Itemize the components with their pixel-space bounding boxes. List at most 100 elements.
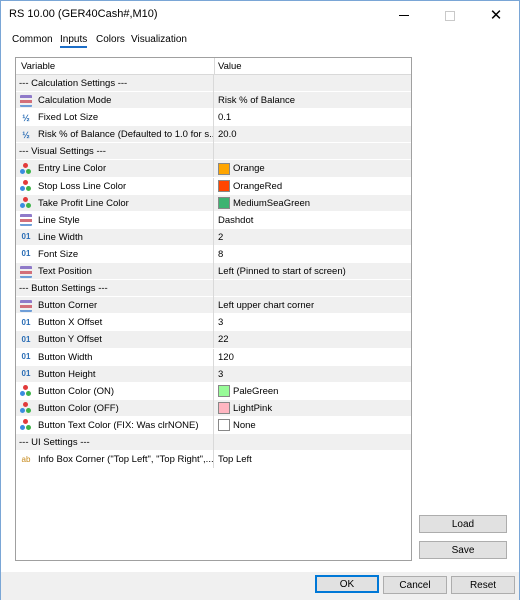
parameter-row[interactable]: ½ Risk % of Balance (Defaulted to 1.0 for…	[16, 126, 411, 144]
value-cell[interactable]: 3	[215, 366, 411, 383]
color-swatch	[218, 402, 230, 415]
tab-visualization[interactable]: Visualization	[131, 34, 187, 45]
column-divider[interactable]	[214, 58, 215, 75]
parameter-row[interactable]: Button Color (OFF) LightPink	[16, 399, 411, 417]
variable-label: Line Style	[38, 214, 80, 226]
value-cell[interactable]: 120	[215, 349, 411, 366]
color-palette-icon	[20, 402, 32, 414]
variable-label: Text Position	[38, 266, 92, 278]
value-text: 0.1	[218, 112, 232, 124]
parameter-row[interactable]: ½ Fixed Lot Size 0.1	[16, 109, 411, 127]
variable-label: Button Color (OFF)	[38, 402, 119, 414]
variable-label: --- Button Settings ---	[19, 283, 108, 295]
title-bar: RS 10.00 (GER40Cash#,M10) ✕	[1, 1, 519, 30]
load-button[interactable]: Load	[419, 515, 507, 533]
value-cell[interactable]: PaleGreen	[215, 383, 411, 400]
parameter-row[interactable]: Line Style Dashdot	[16, 211, 411, 229]
value-cell[interactable]: OrangeRed	[215, 178, 411, 195]
parameter-row[interactable]: 01 Button X Offset 3	[16, 314, 411, 332]
variable-label: Risk % of Balance (Defaulted to 1.0 for …	[38, 129, 214, 141]
parameter-row[interactable]: 01 Line Width 2	[16, 228, 411, 246]
tab-common[interactable]: Common	[12, 34, 53, 45]
parameter-row[interactable]: ab Info Box Corner ("Top Left", "Top Righ…	[16, 451, 411, 469]
parameter-row[interactable]: 01 Button Height 3	[16, 365, 411, 383]
value-text: Top Left	[218, 454, 252, 466]
value-cell	[215, 434, 411, 451]
variable-label: --- Calculation Settings ---	[19, 78, 128, 89]
variable-label: Font Size	[38, 248, 79, 260]
value-text: Left upper chart corner	[218, 300, 315, 312]
parameter-row[interactable]: Button Color (ON) PaleGreen	[16, 382, 411, 400]
value-cell[interactable]: LightPink	[215, 400, 411, 417]
parameter-row[interactable]: Text Position Left (Pinned to start of sc…	[16, 263, 411, 281]
column-header-variable[interactable]: Variable	[21, 61, 55, 72]
value-cell[interactable]: 22	[215, 331, 411, 348]
variable-label: Button Color (ON)	[38, 385, 115, 397]
variable-cell: Calculation Mode	[16, 92, 214, 110]
variable-cell: Text Position	[16, 263, 214, 281]
value-cell[interactable]: Left (Pinned to start of screen)	[215, 263, 411, 280]
value-text: Dashdot	[218, 214, 254, 226]
cancel-button[interactable]: Cancel	[383, 576, 447, 594]
value-text: Orange	[233, 163, 265, 175]
section-row[interactable]: --- Calculation Settings ---	[16, 75, 411, 93]
value-cell[interactable]: MediumSeaGreen	[215, 195, 411, 212]
variable-cell: --- Calculation Settings ---	[16, 75, 214, 92]
value-cell[interactable]: 8	[215, 246, 411, 263]
maximize-icon	[445, 10, 455, 21]
tab-inputs[interactable]: Inputs	[60, 34, 88, 48]
integer-value-icon: 01	[21, 352, 31, 361]
variable-cell: --- Button Settings ---	[16, 280, 214, 298]
color-palette-icon	[20, 385, 32, 397]
value-cell[interactable]: Orange	[215, 160, 411, 177]
value-text: 8	[218, 248, 224, 260]
parameter-row[interactable]: Take Profit Line Color MediumSeaGreen	[16, 194, 411, 212]
color-palette-icon	[20, 162, 32, 175]
value-cell[interactable]: Top Left	[215, 451, 411, 468]
value-text: 3	[218, 317, 224, 329]
parameter-row[interactable]: 01 Font Size 8	[16, 245, 411, 264]
value-cell[interactable]: 0.1	[215, 109, 411, 126]
grid-header: Variable Value	[16, 58, 411, 75]
value-cell[interactable]: Left upper chart corner	[215, 297, 411, 314]
value-cell[interactable]: 3	[215, 314, 411, 331]
variable-label: Button Height	[38, 368, 96, 380]
maximize-button[interactable]	[427, 1, 473, 30]
value-text: 22	[218, 334, 229, 346]
save-button[interactable]: Save	[419, 541, 507, 559]
variable-label: Button Text Color (FIX: Was clrNONE)	[38, 419, 199, 431]
column-header-value[interactable]: Value	[218, 61, 242, 72]
variable-label: Button X Offset	[38, 317, 103, 329]
parameter-row[interactable]: 01 Button Width 120	[16, 348, 411, 366]
dialog-window: RS 10.00 (GER40Cash#,M10) ✕ Common Input…	[0, 0, 520, 600]
inputs-grid[interactable]: Variable Value --- Calculation Settings …	[15, 57, 412, 561]
enum-icon	[20, 299, 32, 312]
close-button[interactable]: ✕	[473, 1, 519, 30]
parameter-row[interactable]: Entry Line Color Orange	[16, 160, 411, 178]
value-cell[interactable]: Risk % of Balance	[215, 92, 411, 109]
reset-button[interactable]: Reset	[451, 576, 515, 594]
value-cell	[215, 143, 411, 160]
variable-cell: 01 Font Size	[16, 245, 214, 263]
parameter-row[interactable]: Button Corner Left upper chart corner	[16, 297, 411, 315]
parameter-row[interactable]: Calculation Mode Risk % of Balance	[16, 92, 411, 110]
minimize-button[interactable]	[381, 1, 427, 30]
ok-button[interactable]: OK	[315, 575, 379, 593]
value-cell[interactable]: 2	[215, 229, 411, 246]
section-row[interactable]: --- UI Settings ---	[16, 433, 411, 452]
tab-colors[interactable]: Colors	[96, 34, 125, 45]
section-row[interactable]: --- Visual Settings ---	[16, 143, 411, 161]
parameter-row[interactable]: Stop Loss Line Color OrangeRed	[16, 177, 411, 195]
parameter-row[interactable]: Button Text Color (FIX: Was clrNONE) None	[16, 416, 411, 434]
value-cell[interactable]: None	[215, 417, 411, 434]
value-cell[interactable]: 20.0	[215, 126, 411, 143]
value-text: None	[233, 419, 256, 431]
color-palette-icon	[20, 197, 32, 209]
variable-label: Button Width	[38, 351, 93, 363]
integer-value-icon: 01	[21, 334, 31, 344]
value-cell[interactable]: Dashdot	[215, 212, 411, 229]
parameter-row[interactable]: 01 Button Y Offset 22	[16, 331, 411, 349]
double-value-icon: ½	[22, 129, 30, 140]
close-icon: ✕	[489, 6, 503, 24]
section-row[interactable]: --- Button Settings ---	[16, 280, 411, 298]
